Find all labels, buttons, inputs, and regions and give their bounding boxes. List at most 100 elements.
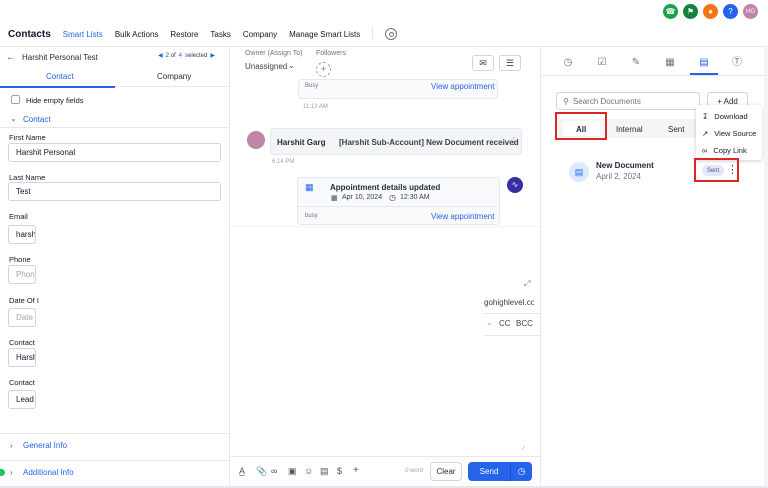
filter-icon[interactable]: ☰ — [499, 55, 521, 71]
field-label-date-of: Date Of I — [9, 296, 40, 305]
field-label-contact: Contact — [9, 338, 35, 347]
record-name: Harshit Personal Test — [22, 52, 98, 62]
contact-field-input[interactable]: Harshi — [8, 348, 36, 367]
document-name[interactable]: New Document — [596, 161, 654, 170]
add-follower-button[interactable]: + — [316, 62, 331, 77]
send-label: Send — [479, 467, 499, 476]
nav-restore[interactable]: Restore — [170, 30, 198, 39]
avatar[interactable]: HG — [743, 4, 758, 19]
expand-icon[interactable]: ⤢ — [524, 279, 530, 289]
chevron-right-icon[interactable]: › — [10, 468, 13, 477]
avatar — [247, 131, 265, 149]
section-additional-info[interactable]: Additional Info — [23, 468, 74, 477]
menu-download[interactable]: ↧ Download — [702, 112, 748, 121]
menu-view-source-label: View Source — [714, 129, 757, 138]
nav-bulk-actions[interactable]: Bulk Actions — [115, 30, 159, 39]
next-icon[interactable]: ▶ — [210, 52, 215, 59]
last-name-input[interactable]: Test — [8, 182, 221, 201]
contact-type-input[interactable]: Lead — [8, 390, 36, 409]
chevron-down-icon[interactable]: ⌄ — [288, 61, 295, 70]
link-icon[interactable]: ∞ — [271, 466, 277, 476]
field-divider — [484, 335, 540, 336]
email-icon[interactable]: ✉ — [472, 55, 494, 71]
appointment-title: Appointment details updated — [330, 183, 441, 192]
activity-icon: ∿ — [507, 177, 523, 193]
hide-empty-checkbox[interactable] — [11, 95, 20, 104]
top-icons: ☎ ⚑ ● ? HG — [663, 4, 758, 19]
phone-input[interactable]: Phone — [8, 265, 36, 284]
document-icon[interactable]: ▤ — [320, 466, 329, 477]
pager-of: 2 of — [165, 52, 176, 59]
document-icon[interactable]: ▤ — [698, 57, 710, 69]
right-tabs-divider — [541, 75, 764, 76]
more-icon[interactable]: ⋮ — [509, 136, 518, 147]
nav-company[interactable]: Company — [243, 30, 277, 39]
email-input[interactable]: harshi — [8, 225, 36, 244]
schedule-icon[interactable]: ◷ — [511, 466, 532, 477]
filter-sent[interactable]: Sent — [668, 125, 684, 134]
nav-smart-lists[interactable]: Smart Lists — [63, 30, 103, 39]
help-icon[interactable]: ? — [723, 4, 738, 19]
appointment-date: Apr 10, 2024 — [342, 194, 383, 201]
clear-button[interactable]: Clear — [430, 462, 462, 481]
search-placeholder: Search Documents — [572, 96, 641, 106]
dollar-icon[interactable]: $ — [337, 466, 342, 476]
menu-download-label: Download — [714, 112, 748, 121]
scrollbar[interactable] — [764, 47, 768, 488]
appointment-time: 12:30 AM — [400, 194, 430, 201]
owner-select[interactable]: Unassigned — [245, 62, 287, 71]
menu-view-source[interactable]: ↗ View Source — [702, 129, 756, 138]
left-tabs: Contact Company — [0, 67, 230, 87]
first-name-input[interactable]: Harshit Personal — [8, 143, 221, 162]
nav-divider — [372, 27, 374, 41]
field-label-phone: Phone — [9, 255, 31, 264]
filter-internal[interactable]: Internal — [616, 125, 643, 134]
calendar-icon[interactable]: ▦ — [664, 57, 676, 69]
tab-contact[interactable]: Contact — [46, 72, 74, 81]
resize-handle-icon[interactable]: ∕ — [523, 445, 524, 452]
attachment-icon[interactable]: 📎 — [256, 466, 267, 477]
back-arrow-icon[interactable]: ← — [6, 52, 16, 63]
menu-copy-link[interactable]: ∞ Copy Link — [702, 146, 747, 155]
recipient-email[interactable]: gohighlevel.co — [484, 298, 534, 307]
cc-button[interactable]: CC — [499, 319, 511, 328]
bell-icon[interactable]: ● — [703, 4, 718, 19]
clock-icon[interactable]: ◷ — [562, 57, 574, 69]
plus-icon[interactable]: + — [353, 465, 359, 476]
section-contact[interactable]: Contact — [23, 115, 51, 124]
owner-label: Owner (Assign To) — [245, 50, 303, 57]
pencil-icon[interactable]: ✎ — [630, 57, 642, 69]
document-search-input[interactable]: ⚲ Search Documents — [556, 92, 700, 110]
bcc-button[interactable]: BCC — [516, 319, 533, 328]
chevron-down-icon[interactable]: ⌄ — [10, 114, 17, 123]
nav-tasks[interactable]: Tasks — [210, 30, 230, 39]
field-label-last-name: Last Name — [9, 173, 46, 182]
text-format-icon[interactable]: A̲ — [239, 466, 245, 476]
gear-icon[interactable] — [385, 28, 398, 40]
image-icon[interactable]: ▣ — [288, 466, 297, 477]
view-appointment-link[interactable]: View appointment — [431, 82, 494, 91]
send-button[interactable]: Send ◷ — [468, 462, 532, 481]
dollar-icon[interactable]: Ⓣ — [731, 57, 743, 69]
chevron-down-icon[interactable]: ⌄ — [486, 318, 493, 327]
message-text: [Harshit Sub-Account] New Document recei… — [339, 138, 519, 147]
composer-divider — [231, 456, 540, 457]
megaphone-icon[interactable]: ⚑ — [683, 4, 698, 19]
field-divider — [484, 313, 540, 314]
document-date: April 2, 2024 — [596, 172, 641, 181]
emoji-icon[interactable]: ☺ — [304, 466, 313, 476]
nav-manage-smart-lists[interactable]: Manage Smart Lists — [289, 30, 360, 39]
menu-copy-link-label: Copy Link — [713, 146, 747, 155]
document-file-icon: ▤ — [569, 162, 589, 182]
field-label-first-name: First Name — [9, 133, 46, 142]
word-count: 0 word — [405, 468, 424, 474]
prev-icon[interactable]: ◀ — [158, 52, 163, 59]
view-appointment-link[interactable]: View appointment — [431, 212, 494, 221]
page-title: Contacts — [8, 28, 51, 40]
section-general-info[interactable]: General Info — [23, 441, 67, 450]
date-input[interactable]: Date O — [8, 308, 36, 327]
tab-company[interactable]: Company — [157, 72, 191, 81]
task-checkbox-icon[interactable]: ☑ — [596, 57, 608, 69]
phone-icon[interactable]: ☎ — [663, 4, 678, 19]
chevron-right-icon[interactable]: › — [10, 441, 13, 450]
